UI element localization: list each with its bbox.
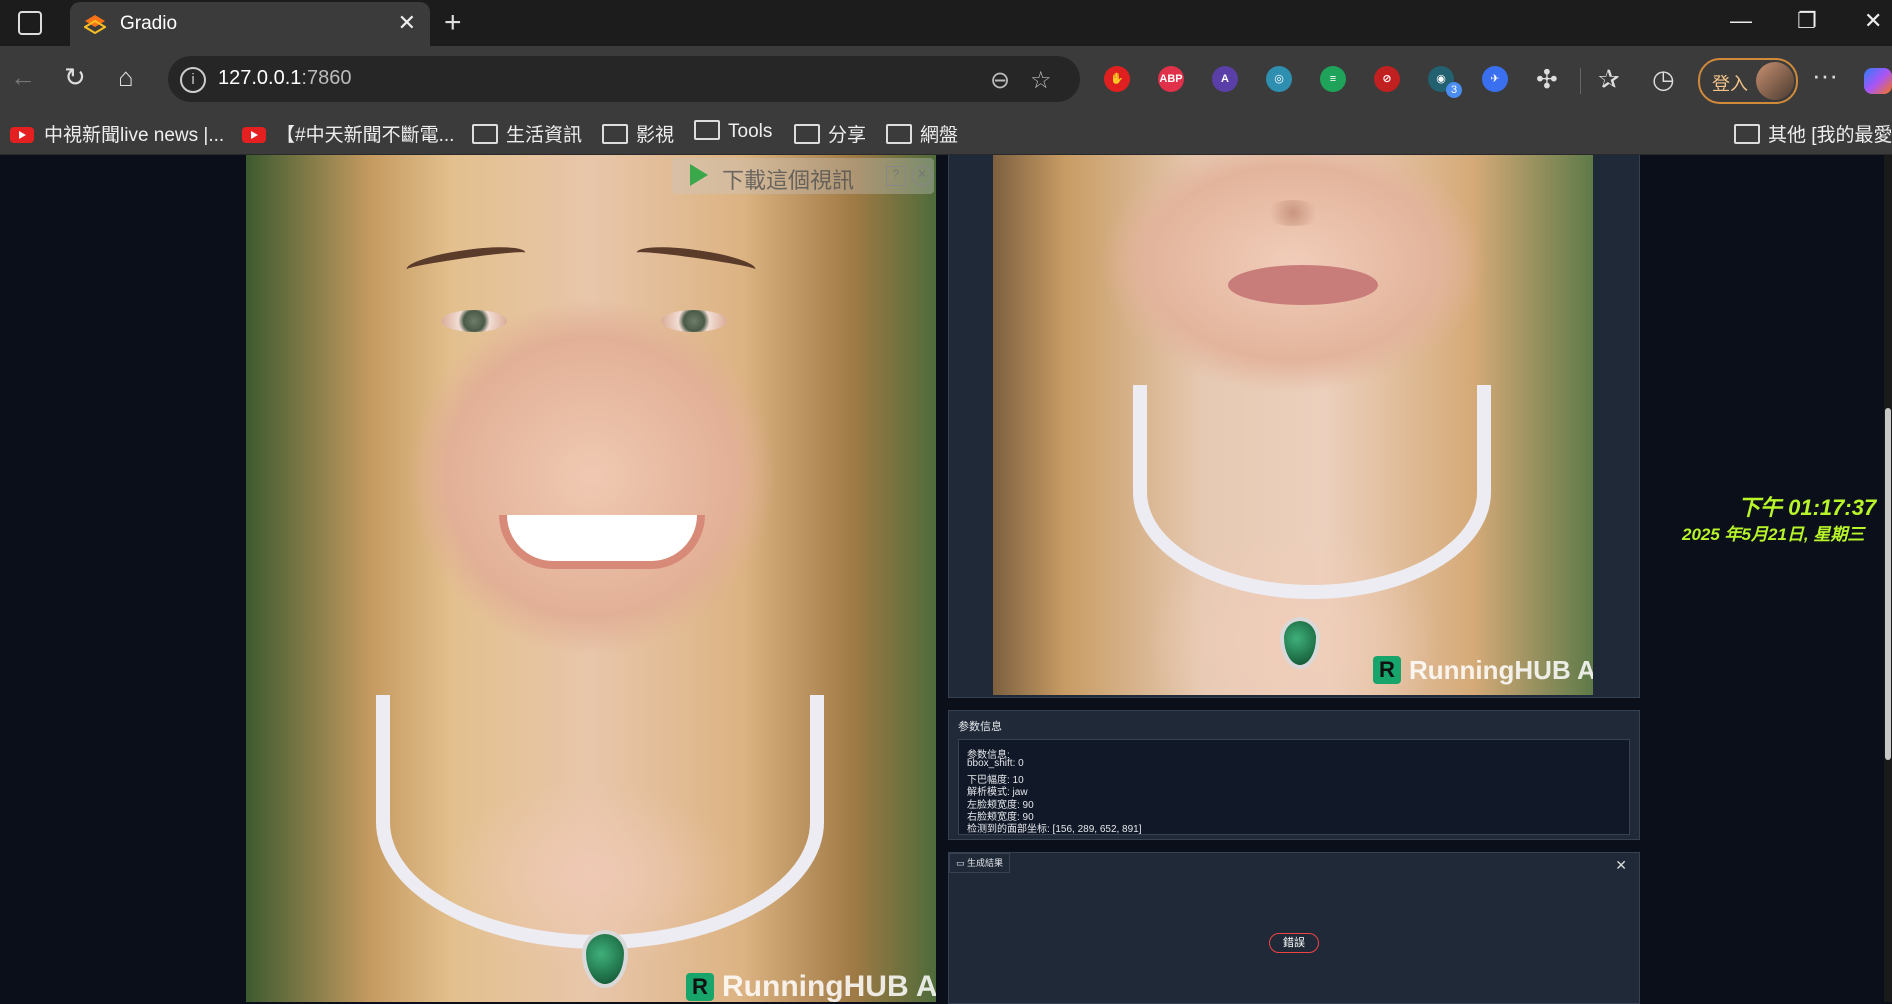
window-close-icon[interactable]: ✕ [1864, 8, 1882, 34]
smile [499, 515, 705, 569]
bookmark-item[interactable]: Tools [694, 120, 772, 143]
site-info-icon[interactable]: i [180, 67, 206, 93]
emerald-pendant [1280, 617, 1320, 669]
profile-signin-button[interactable]: 登入 [1698, 58, 1798, 104]
help-icon[interactable]: ? [886, 166, 906, 186]
scrollbar-thumb[interactable] [1885, 408, 1891, 760]
params-info-title: 参数信息 [958, 721, 1002, 733]
new-tab-button[interactable]: + [444, 6, 462, 40]
more-menu-icon[interactable]: ··· [1812, 60, 1838, 91]
toolbar-divider [1580, 68, 1581, 94]
result-close-icon[interactable]: ✕ [1615, 857, 1627, 874]
avatar [1756, 62, 1794, 100]
bookmark-label: 分享 [828, 125, 867, 146]
clock-time: 下午 01:17:37 [1738, 495, 1877, 520]
back-icon[interactable]: ← [10, 62, 36, 93]
extensions-puzzle-icon[interactable]: ✣ [1536, 64, 1558, 95]
generated-result-panel: ▭ 生成結果 ✕ 錯誤 [948, 852, 1640, 1004]
tab-close-icon[interactable]: ✕ [398, 10, 416, 36]
bookmark-label: 【#中天新聞不斷電... [276, 125, 455, 146]
result-label: ▭ 生成結果 [949, 853, 1011, 873]
bookmark-item[interactable]: 【#中天新聞不斷電... [242, 120, 454, 147]
bookmark-label: 生活資訊 [506, 125, 583, 146]
tab-gradio[interactable]: Gradio ✕ [70, 2, 430, 46]
params-info-line: 检测到的面部坐标: [156, 289, 652, 891] [967, 824, 1142, 836]
params-info-line: bbox_shift: 0 [967, 758, 1024, 770]
signin-label: 登入 [1712, 74, 1748, 94]
stripes-icon[interactable]: ≡ [1320, 66, 1346, 92]
blocked-icon[interactable]: ⊘ [1374, 66, 1400, 92]
right-eye [661, 310, 727, 332]
output-image-panel: R RunningHUB AI [948, 155, 1640, 698]
bookmark-label: Tools [728, 121, 773, 142]
gradio-favicon-icon [84, 15, 106, 34]
folder-icon [602, 124, 628, 144]
workspaces-icon[interactable] [18, 11, 42, 35]
lips [1228, 265, 1378, 305]
bookmark-label: 網盤 [920, 125, 959, 146]
bookmarks-bar: 中視新聞live news |... 【#中天新聞不斷電... 生活資訊 影視 Tool… [0, 114, 1892, 155]
bookmark-item[interactable]: 生活資訊 [472, 120, 582, 147]
history-icon[interactable]: ◷ [1652, 64, 1675, 95]
folder-icon [1734, 124, 1760, 144]
download-video-overlay[interactable]: 下載這個視訊 ? ✕ [672, 158, 934, 194]
params-info-textbox[interactable]: 参数信息: bbox_shift: 0 下巴幅度: 10 解析模式: jaw 左脸颊宽度… [958, 739, 1630, 835]
bookmark-item[interactable]: 中視新聞live news |... [10, 120, 224, 147]
folder-icon [794, 124, 820, 144]
error-badge: 錯誤 [1269, 933, 1319, 953]
youtube-icon [10, 127, 34, 143]
tab-title: Gradio [120, 13, 178, 34]
output-image: R RunningHUB AI [993, 155, 1593, 695]
bookmark-item[interactable]: 分享 [794, 120, 866, 147]
adblock-plus-icon[interactable]: ABP [1158, 66, 1184, 92]
bird-icon[interactable]: ✈ [1482, 66, 1508, 92]
bookmark-label: 中視新聞live news |... [44, 125, 225, 146]
nose [1263, 200, 1323, 226]
copilot-icon[interactable] [1864, 68, 1892, 94]
folder-icon [472, 124, 498, 144]
emerald-pendant [582, 930, 628, 988]
gradio-page: R RunningHUB AI 下載這個視訊 ? ✕ R RunningHUB AI… [0, 155, 1892, 1004]
necklace [1133, 385, 1491, 599]
input-image: R RunningHUB AI [246, 155, 936, 1002]
necklace [376, 695, 824, 949]
bookmark-other-favorites[interactable]: 其他 [我的最愛] [1734, 120, 1892, 147]
restore-icon[interactable]: ❐ [1797, 8, 1817, 34]
bookmark-item[interactable]: 網盤 [886, 120, 958, 147]
folder-icon [886, 124, 912, 144]
favorite-star-icon[interactable]: ☆ [1030, 66, 1052, 95]
clock-date: 2025 年5月21日, 星期三 [1682, 525, 1865, 544]
hand-stop-icon[interactable]: ✋ [1104, 66, 1130, 92]
zoom-out-icon[interactable]: ⊖ [990, 66, 1010, 95]
reload-icon[interactable]: ↻ [64, 62, 86, 93]
home-icon[interactable]: ⌂ [118, 62, 134, 93]
left-eyebrow [405, 241, 527, 281]
play-icon [690, 164, 708, 186]
minimize-icon[interactable]: — [1730, 8, 1752, 34]
address-bar[interactable]: i 127.0.0.1:7860 ⊖ ☆ [168, 56, 1080, 102]
folder-icon [694, 120, 720, 140]
bookmark-item[interactable]: 影視 [602, 120, 674, 147]
extension-badge: 3 [1446, 82, 1462, 98]
shield-a-icon[interactable]: A [1212, 66, 1238, 92]
globe-icon[interactable]: ◎ [1266, 66, 1292, 92]
youtube-icon [242, 127, 266, 143]
download-video-label: 下載這個視訊 [722, 168, 855, 193]
params-info-panel: 参数信息 参数信息: bbox_shift: 0 下巴幅度: 10 解析模式: jaw… [948, 710, 1640, 840]
left-eye [441, 310, 507, 332]
bookmark-label: 影視 [636, 125, 675, 146]
overlay-close-icon[interactable]: ✕ [912, 166, 932, 186]
watermark: R RunningHUB AI [686, 970, 936, 1002]
favorites-icon[interactable]: ✰ [1598, 64, 1620, 95]
address-text: 127.0.0.1:7860 [218, 67, 352, 89]
browser-toolbar: ← ↻ ⌂ i 127.0.0.1:7860 ⊖ ☆ ✋ ABP A ◎ ≡ ⊘ ◉ ✈ 3 … [0, 46, 1892, 114]
tab-bar: Gradio ✕ + — ❐ ✕ [0, 0, 1892, 46]
watermark: R RunningHUB AI [1373, 655, 1593, 686]
right-eyebrow [635, 241, 757, 281]
